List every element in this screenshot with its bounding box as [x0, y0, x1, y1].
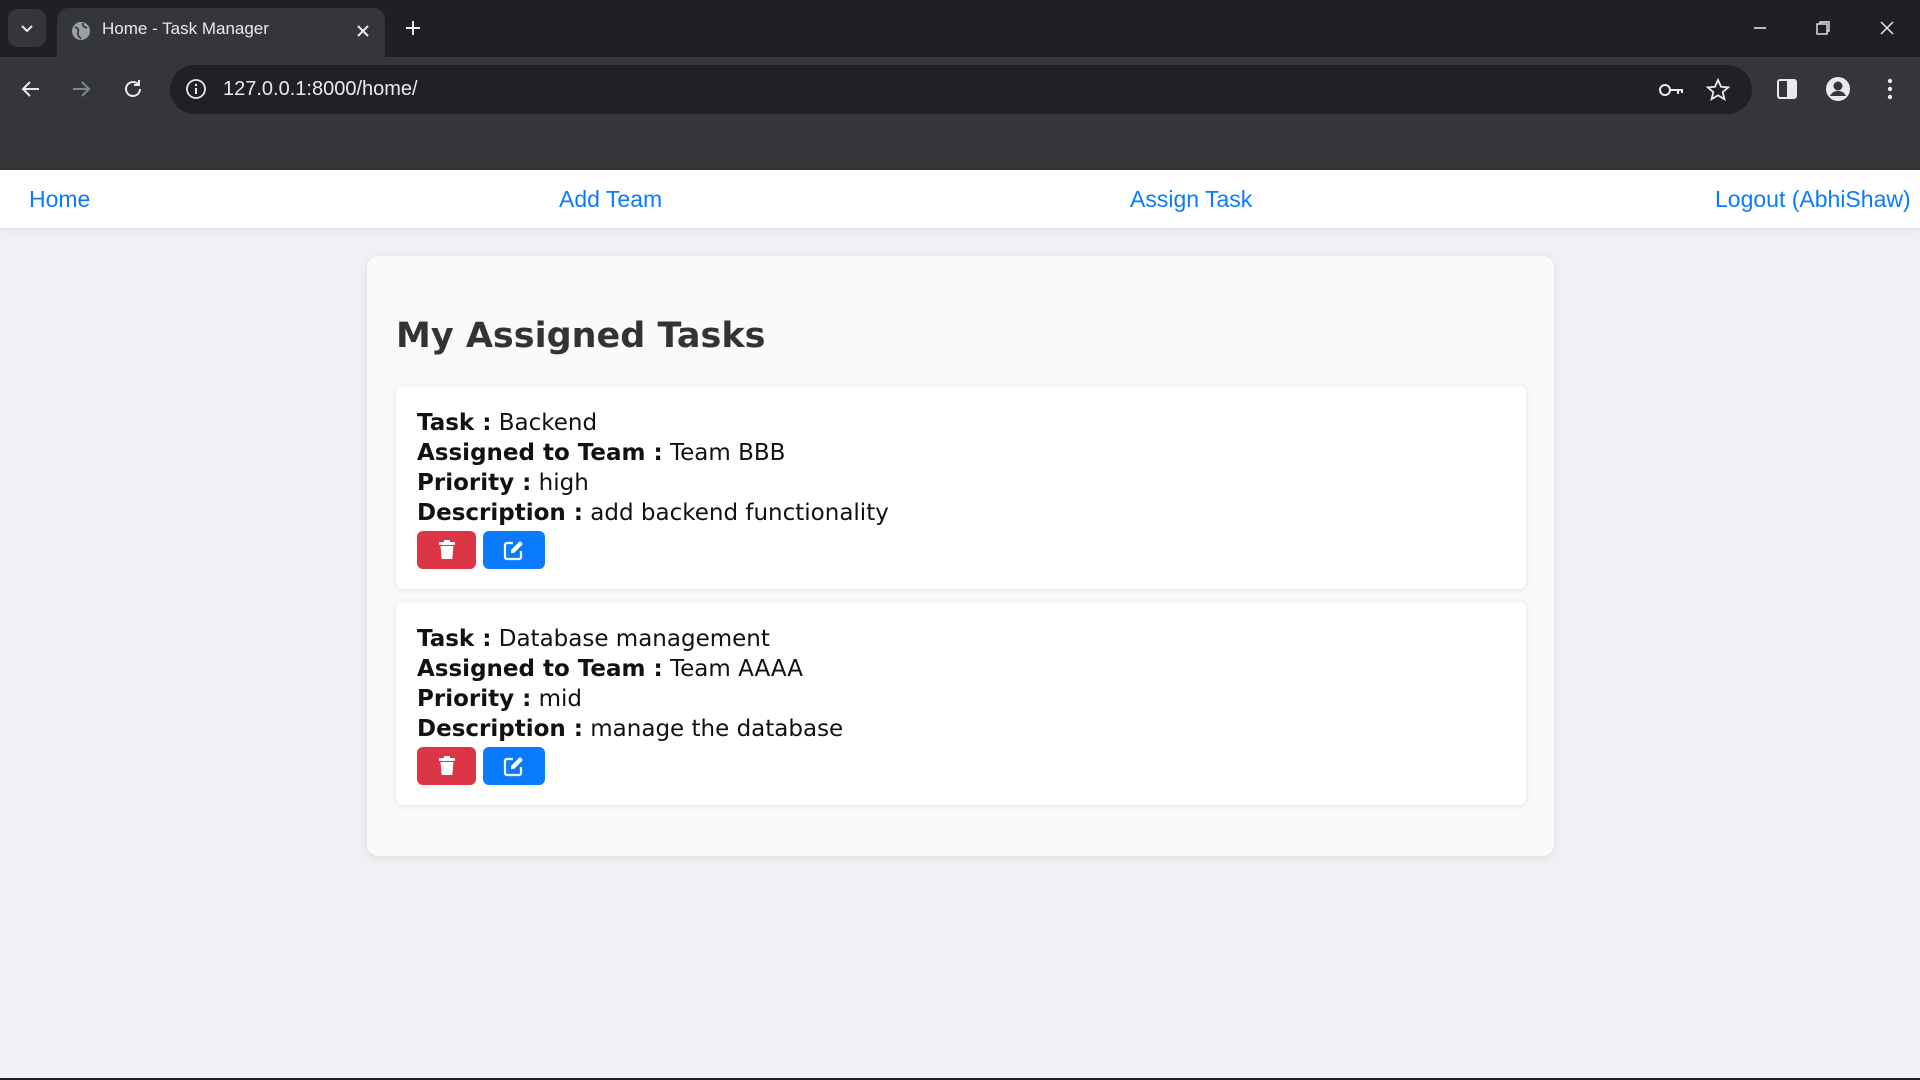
close-window-icon	[1880, 21, 1894, 35]
back-icon	[21, 81, 39, 97]
priority-label: Priority :	[417, 470, 532, 496]
description-label: Description :	[417, 716, 583, 742]
site-navbar: Home Add Team Assign Task Logout (AbhiSh…	[0, 170, 1920, 228]
task-label: Task :	[417, 410, 492, 436]
reload-icon	[125, 80, 141, 97]
sidepanel-icon	[1777, 79, 1797, 99]
task-label: Task :	[417, 626, 492, 652]
edit-task-button[interactable]	[483, 531, 545, 569]
forward-icon	[73, 81, 91, 97]
task-name: Backend	[498, 410, 598, 436]
nav-assign-task-link[interactable]: Assign Task	[1130, 186, 1252, 213]
side-panel-button[interactable]	[1768, 70, 1806, 108]
site-info-button[interactable]	[182, 75, 210, 103]
task-name: Database management	[498, 626, 770, 652]
browser-toolbar: 127.0.0.1:8000/home/	[0, 57, 1920, 170]
key-icon	[1659, 84, 1683, 96]
profile-icon	[1826, 77, 1850, 101]
chevron-down-icon	[21, 25, 33, 33]
task-priority: high	[538, 470, 589, 496]
trash-icon	[438, 540, 455, 559]
task-card: Task : Database management Assigned to T…	[396, 602, 1526, 805]
forward-button[interactable]	[62, 70, 100, 108]
star-icon	[1706, 78, 1730, 101]
tab-title: Home - Task Manager	[102, 19, 269, 38]
priority-label: Priority :	[417, 686, 532, 712]
close-window-button[interactable]	[1867, 8, 1907, 48]
task-description-row: Description : add backend functionality	[417, 500, 889, 526]
page-title: My Assigned Tasks	[396, 316, 766, 356]
task-team-row: Assigned to Team : Team BBB	[417, 440, 785, 466]
task-priority-row: Priority : mid	[417, 686, 582, 712]
delete-task-button[interactable]	[417, 747, 476, 785]
team-label: Assigned to Team :	[417, 440, 663, 466]
task-description: add backend functionality	[590, 500, 889, 526]
restore-button[interactable]	[1803, 8, 1843, 48]
task-team: Team AAAA	[670, 656, 803, 682]
task-team-row: Assigned to Team : Team AAAA	[417, 656, 803, 682]
address-bar[interactable]: 127.0.0.1:8000/home/	[170, 65, 1752, 114]
task-priority: mid	[538, 686, 583, 712]
url-text: 127.0.0.1:8000/home/	[223, 78, 418, 100]
task-priority-row: Priority : high	[417, 470, 589, 496]
edit-task-button[interactable]	[483, 747, 545, 785]
browser-tab[interactable]: Home - Task Manager	[57, 8, 385, 57]
plus-icon	[406, 21, 420, 35]
minimize-button[interactable]	[1740, 8, 1780, 48]
edit-icon	[503, 757, 523, 777]
new-tab-button[interactable]	[399, 14, 427, 42]
edit-icon	[503, 541, 523, 561]
task-name-row: Task : Backend	[417, 410, 597, 436]
minimize-icon	[1754, 27, 1766, 29]
reload-button[interactable]	[114, 70, 152, 108]
tab-search-button[interactable]	[8, 9, 46, 47]
team-label: Assigned to Team :	[417, 656, 663, 682]
description-label: Description :	[417, 500, 583, 526]
menu-button[interactable]	[1871, 70, 1909, 108]
nav-add-team-link[interactable]: Add Team	[559, 186, 662, 213]
task-team: Team BBB	[670, 440, 786, 466]
trash-icon	[438, 756, 455, 775]
close-icon	[357, 25, 369, 37]
info-icon	[186, 79, 206, 99]
delete-task-button[interactable]	[417, 531, 476, 569]
browser-tab-bar: Home - Task Manager	[0, 0, 1920, 57]
tasks-panel: My Assigned Tasks Task : Backend Assigne…	[367, 256, 1554, 856]
nav-home-link[interactable]: Home	[29, 186, 90, 213]
more-icon	[1887, 78, 1893, 100]
back-button[interactable]	[12, 70, 50, 108]
task-name-row: Task : Database management	[417, 626, 770, 652]
task-card: Task : Backend Assigned to Team : Team B…	[396, 386, 1526, 589]
restore-icon	[1816, 21, 1830, 35]
globe-icon	[72, 22, 90, 40]
task-description-row: Description : manage the database	[417, 716, 843, 742]
bookmark-button[interactable]	[1703, 75, 1733, 105]
task-description: manage the database	[590, 716, 844, 742]
tab-close-button[interactable]	[351, 19, 375, 43]
password-manager-button[interactable]	[1657, 75, 1687, 105]
nav-logout-link[interactable]: Logout (AbhiShaw)	[1715, 186, 1911, 213]
profile-button[interactable]	[1819, 70, 1857, 108]
